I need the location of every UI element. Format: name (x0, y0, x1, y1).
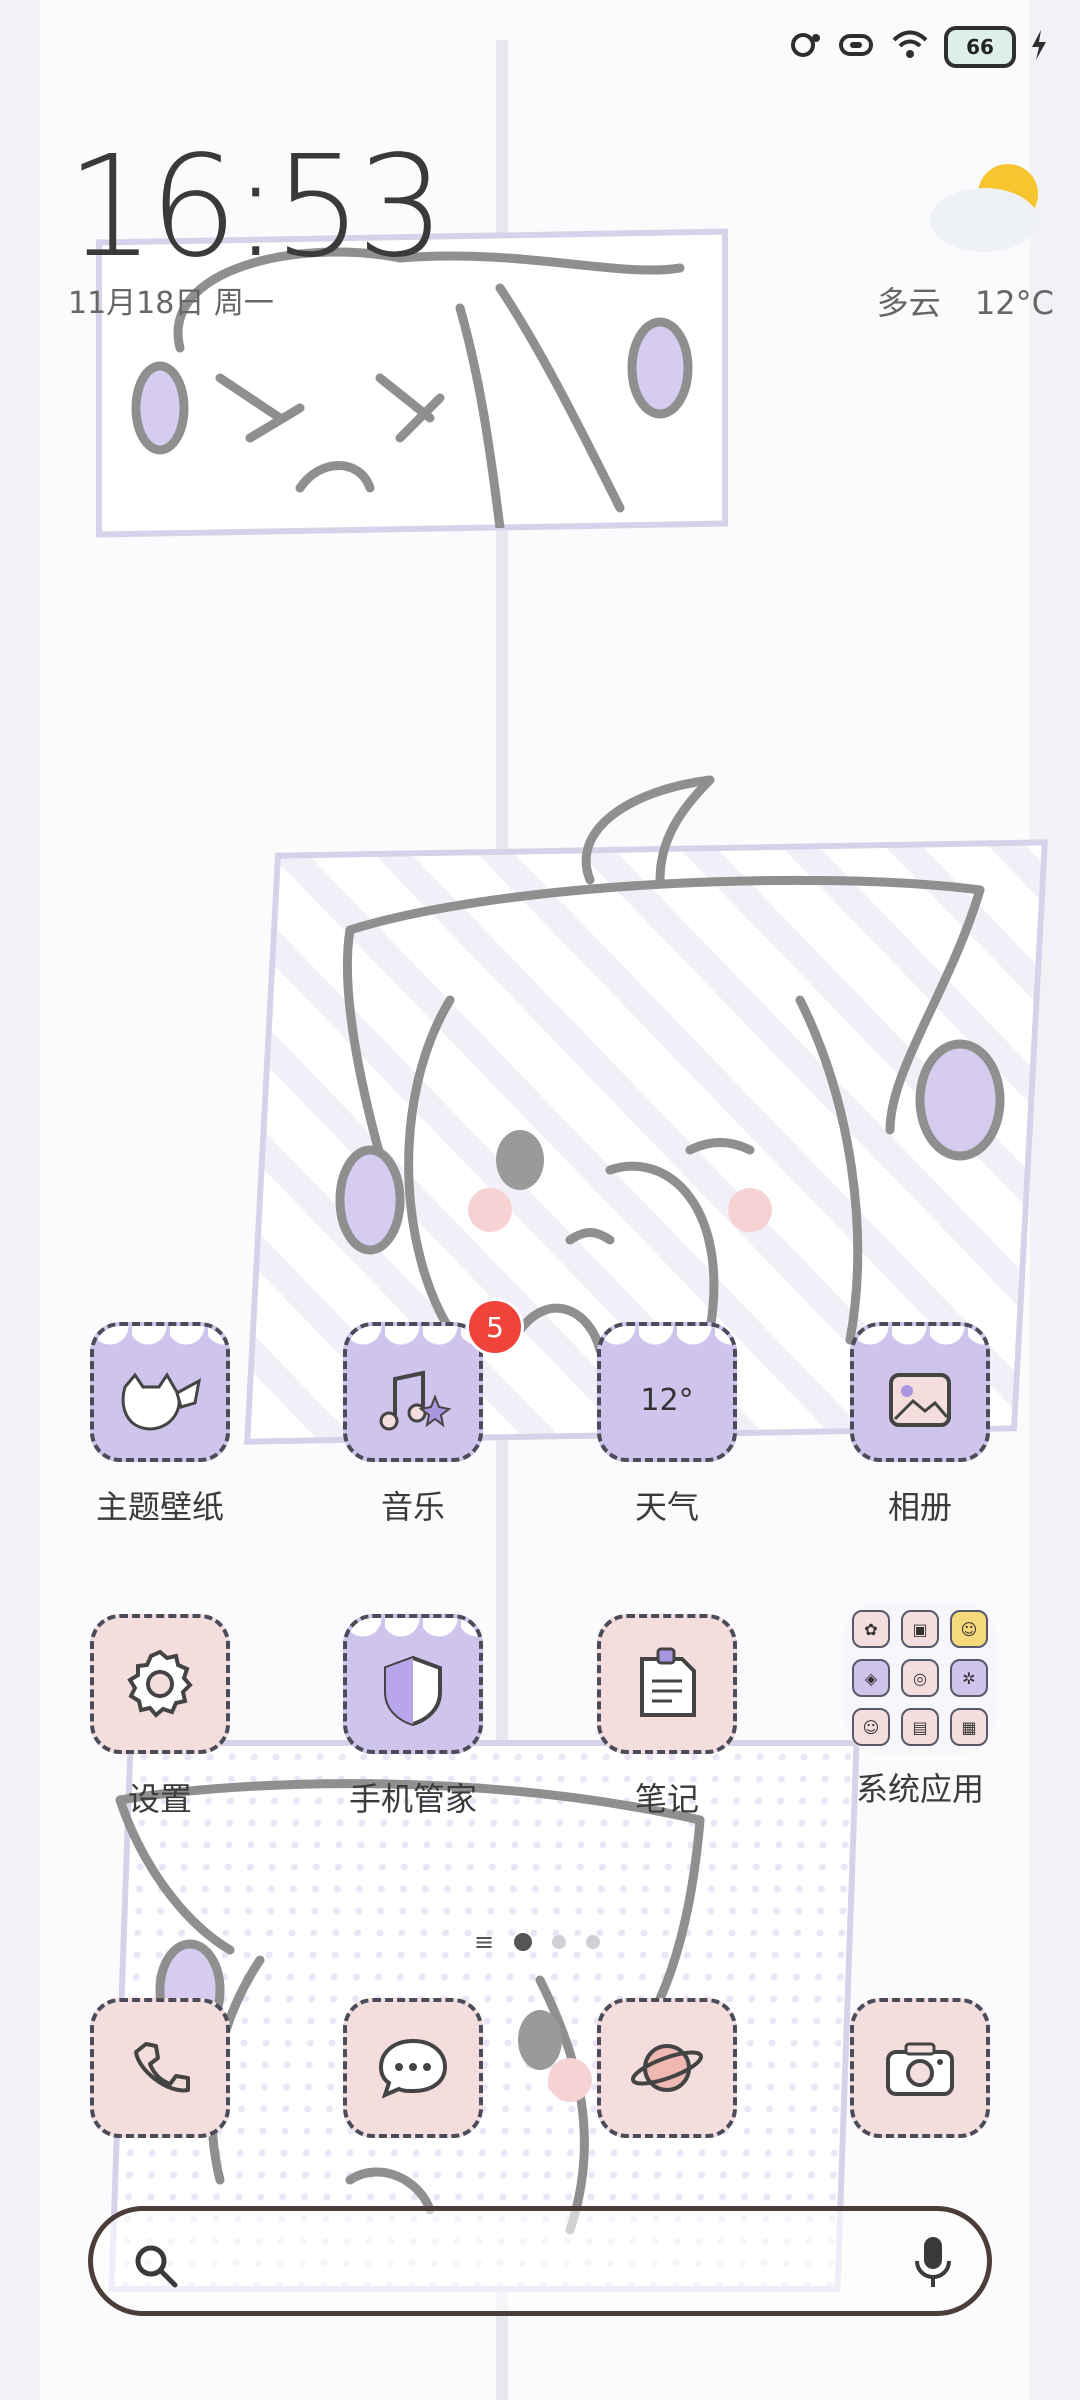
app-music[interactable]: 5 音乐 (313, 1298, 524, 1528)
partly-cloudy-icon[interactable] (928, 156, 1048, 256)
wifi-icon (890, 28, 930, 66)
page-dot-active[interactable] (514, 1933, 533, 1951)
notification-badge: 5 (466, 1298, 524, 1356)
app-label: 笔记 (634, 1780, 699, 1818)
camera-icon (850, 1998, 990, 2138)
app-weather[interactable]: 12° 天气 (567, 1322, 767, 1528)
app-label: 相册 (887, 1488, 952, 1526)
page-list-icon[interactable]: ≡ (474, 1930, 494, 1954)
page-indicator[interactable]: ≡ (474, 1930, 601, 1954)
gallery-icon (850, 1322, 990, 1462)
weather-icon: 12° (597, 1322, 737, 1462)
dock-messages[interactable] (313, 1998, 513, 2138)
dock-browser[interactable] (567, 1998, 767, 2138)
app-security[interactable]: 手机管家 (313, 1614, 513, 1820)
folder-icon: ✿ ▣ ☺ ◈ ◎ ✲ ☺ ▤ ▦ (844, 1602, 996, 1754)
battery-icon: 66 (944, 26, 1016, 68)
vibrate-icon (836, 28, 876, 66)
app-label: 主题壁纸 (95, 1488, 224, 1526)
weather-temperature: 12°C (974, 284, 1054, 322)
app-notes[interactable]: 笔记 (567, 1614, 767, 1820)
charging-icon (1030, 30, 1048, 64)
theme-icon (90, 1322, 230, 1462)
status-bar: 66 (788, 22, 1048, 72)
page-dot[interactable] (586, 1935, 601, 1949)
weather-summary[interactable]: 多云 12°C (877, 278, 1054, 324)
music-icon (343, 1322, 483, 1462)
app-label: 系统应用 (855, 1770, 984, 1808)
dock-phone[interactable] (60, 1998, 260, 2138)
browser-icon (597, 1998, 737, 2138)
app-label: 音乐 (380, 1488, 445, 1526)
mini-app-icon: ▤ (901, 1708, 939, 1746)
mini-app-icon: ▣ (901, 1610, 939, 1648)
phone-icon (90, 1998, 230, 2138)
security-icon (343, 1614, 483, 1754)
search-bar[interactable] (88, 2206, 992, 2316)
weather-icon-text: 12° (640, 1382, 694, 1418)
mini-app-icon: ☺ (950, 1610, 988, 1648)
mini-app-icon: ◈ (852, 1659, 890, 1697)
clock-date[interactable]: 11月18日 周一 (68, 278, 274, 322)
app-theme-wallpaper[interactable]: 主题壁纸 (60, 1322, 260, 1528)
app-folder-system[interactable]: ✿ ▣ ☺ ◈ ◎ ✲ ☺ ▤ ▦ 系统应用 (820, 1602, 1020, 1810)
dock-camera[interactable] (820, 1998, 1020, 2138)
messages-icon (343, 1998, 483, 2138)
clock-time[interactable]: 16:53 (66, 126, 445, 289)
app-settings[interactable]: 设置 (60, 1614, 260, 1820)
app-gallery[interactable]: 相册 (820, 1322, 1020, 1528)
search-icon (131, 2241, 181, 2295)
app-label: 设置 (127, 1780, 192, 1818)
page-dot[interactable] (552, 1935, 567, 1949)
mini-app-icon: ✲ (950, 1659, 988, 1697)
alarm-icon (788, 28, 822, 66)
app-label: 手机管家 (348, 1780, 477, 1818)
mini-app-icon: ✿ (852, 1610, 890, 1648)
mini-app-icon: ◎ (901, 1659, 939, 1697)
notes-icon (597, 1614, 737, 1754)
microphone-icon[interactable] (913, 2233, 953, 2297)
settings-icon (90, 1614, 230, 1754)
mini-app-icon: ☺ (852, 1708, 890, 1746)
app-label: 天气 (634, 1488, 699, 1526)
weather-condition: 多云 (876, 284, 941, 322)
mini-app-icon: ▦ (950, 1708, 988, 1746)
